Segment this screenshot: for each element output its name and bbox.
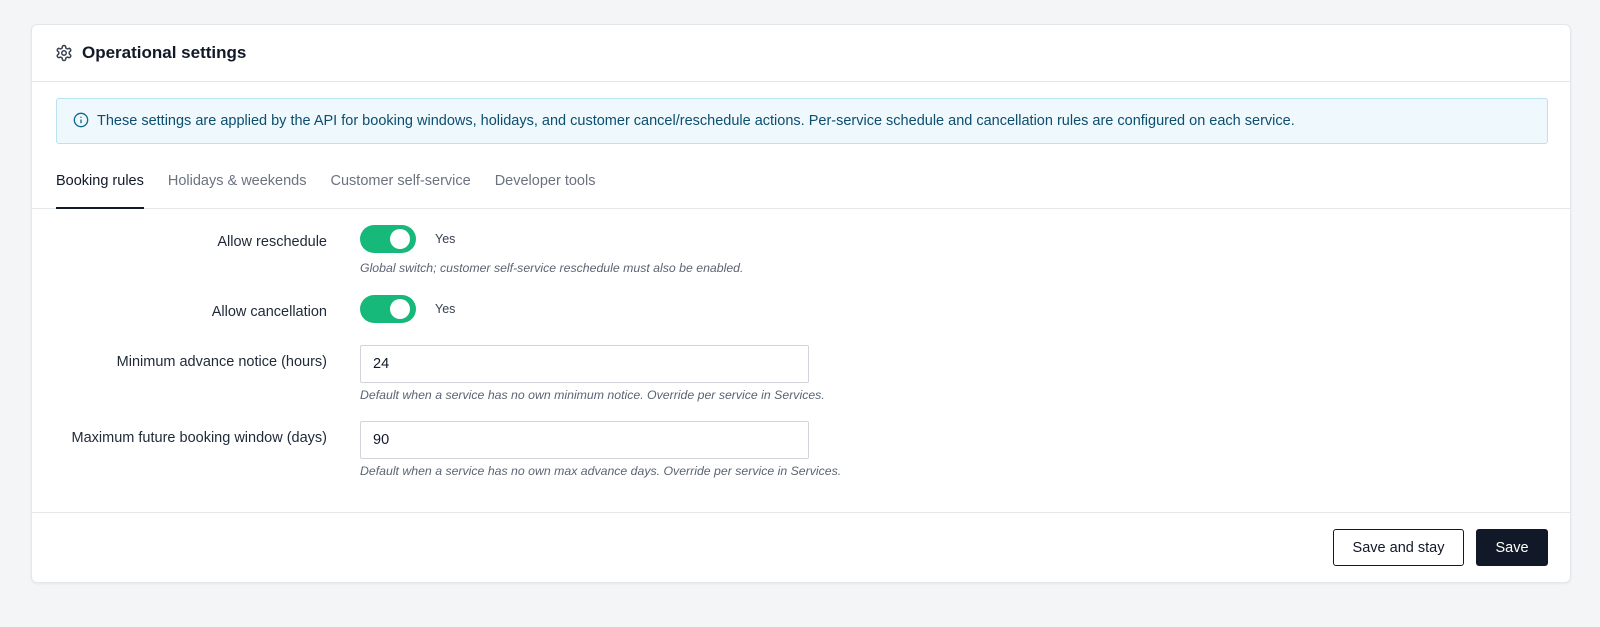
tab-booking-rules[interactable]: Booking rules bbox=[56, 165, 144, 209]
tab-customer-self-service[interactable]: Customer self-service bbox=[331, 165, 471, 209]
info-icon bbox=[73, 112, 89, 128]
info-banner-text: These settings are applied by the API fo… bbox=[97, 113, 1295, 129]
allow-reschedule-label: Allow reschedule bbox=[217, 234, 327, 250]
allow-reschedule-control: Yes Global switch; customer self-service… bbox=[360, 225, 743, 275]
card-header: Operational settings bbox=[32, 25, 1570, 82]
allow-cancellation-state: Yes bbox=[435, 302, 456, 316]
toggle-knob bbox=[390, 229, 410, 249]
min-notice-help: Default when a service has no own minimu… bbox=[360, 388, 825, 402]
allow-reschedule-toggle[interactable] bbox=[360, 225, 416, 253]
info-banner: These settings are applied by the API fo… bbox=[56, 98, 1548, 144]
gear-icon bbox=[55, 44, 73, 62]
save-button[interactable]: Save bbox=[1476, 529, 1548, 566]
save-and-stay-button[interactable]: Save and stay bbox=[1333, 529, 1464, 566]
tab-holidays-weekends[interactable]: Holidays & weekends bbox=[168, 165, 307, 209]
allow-cancellation-label: Allow cancellation bbox=[211, 304, 327, 320]
allow-reschedule-help: Global switch; customer self-service res… bbox=[360, 261, 744, 275]
card-footer: Save and stay Save bbox=[32, 512, 1570, 583]
allow-cancellation-control: Yes bbox=[360, 295, 455, 323]
tab-developer-tools[interactable]: Developer tools bbox=[495, 165, 596, 209]
max-window-control: Default when a service has no own max ad… bbox=[360, 421, 841, 478]
max-window-input[interactable] bbox=[360, 421, 809, 459]
min-notice-input[interactable] bbox=[360, 345, 809, 383]
min-notice-label: Minimum advance notice (hours) bbox=[116, 354, 327, 370]
min-notice-control: Default when a service has no own minimu… bbox=[360, 345, 825, 402]
settings-card: Operational settings These settings are … bbox=[31, 24, 1571, 583]
page-title: Operational settings bbox=[82, 43, 247, 62]
tab-bar: Booking rules Holidays & weekends Custom… bbox=[32, 165, 1570, 209]
max-window-help: Default when a service has no own max ad… bbox=[360, 464, 842, 478]
toggle-knob bbox=[390, 299, 410, 319]
allow-reschedule-state: Yes bbox=[435, 232, 456, 246]
max-window-label: Maximum future booking window (days) bbox=[71, 430, 327, 446]
allow-cancellation-toggle[interactable] bbox=[360, 295, 416, 323]
